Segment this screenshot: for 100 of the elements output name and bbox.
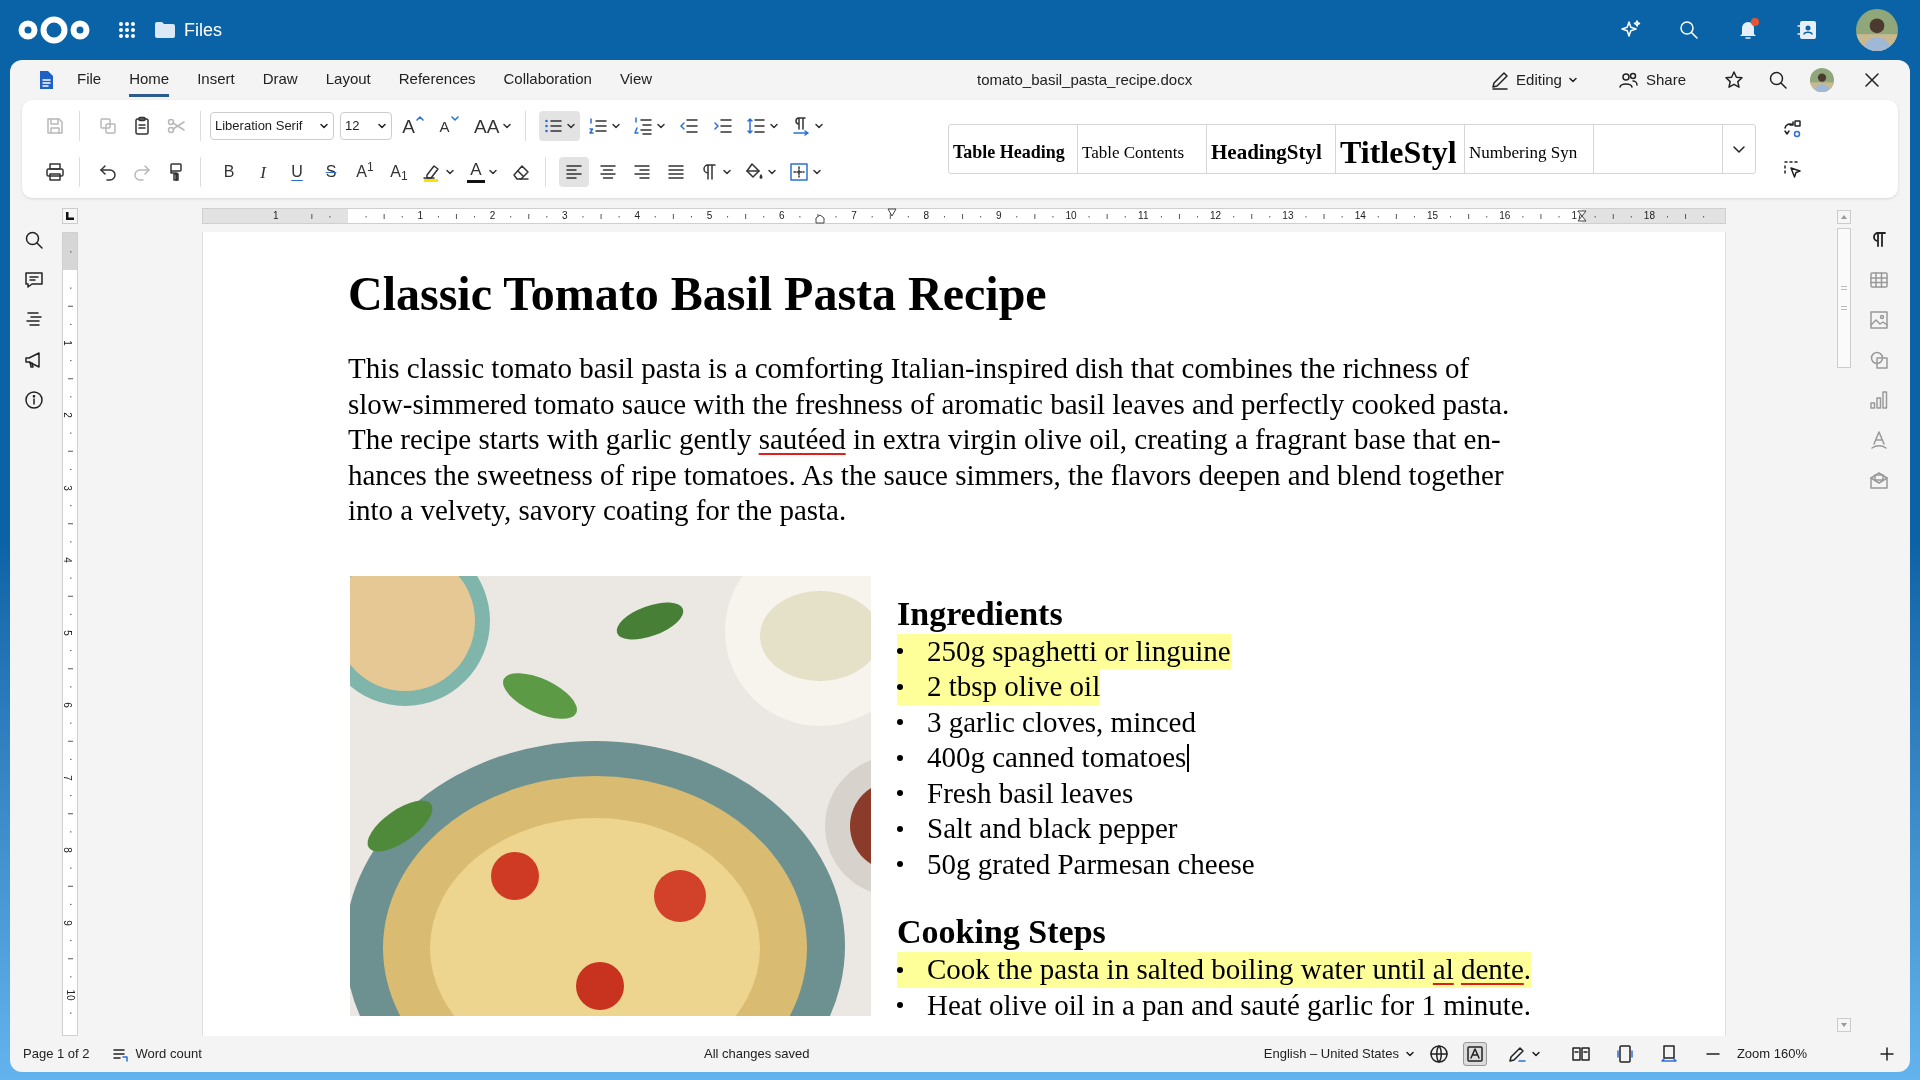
bold-button[interactable]: B [214,157,244,187]
ruler-number: 6 [60,702,73,708]
pen-icon [1506,1044,1527,1064]
menu-tab[interactable]: Collaboration [503,63,592,97]
font-size-field[interactable]: 12 [340,112,392,140]
ruler-number: 13 [1282,210,1294,222]
indent-marker-icon[interactable] [815,214,825,224]
user-avatar[interactable] [1856,9,1898,51]
share-button[interactable]: Share [1617,68,1686,92]
select-icon[interactable] [1782,159,1802,179]
shrink-font-button[interactable]: A [434,111,464,141]
menu-tab[interactable]: File [77,63,102,97]
scroll-up-button[interactable] [1837,210,1851,224]
document-icon[interactable] [38,70,55,90]
table-icon[interactable] [1869,270,1889,290]
search-icon[interactable] [1768,70,1788,90]
ruler-number: 1 [272,210,279,222]
image-icon[interactable] [1869,310,1889,330]
ruler-number: 4 [60,557,73,563]
people-icon [1617,70,1638,90]
track-changes-button[interactable] [1506,1044,1541,1064]
menu-tab[interactable]: View [619,63,653,97]
align-right-icon [632,162,652,182]
book-view-icon[interactable] [1570,1044,1591,1064]
indent-marker-icon[interactable] [887,208,897,217]
search-icon[interactable] [1678,19,1700,41]
chart-icon[interactable] [1869,390,1889,410]
ruler-number: 9 [60,919,73,926]
files-link[interactable]: Files [154,16,222,44]
shapes-icon[interactable] [1869,350,1889,370]
style-preset[interactable]: Numbering Syn [1465,125,1594,173]
grow-font-button[interactable]: A [398,111,428,141]
zoom-in-icon[interactable] [1877,1044,1897,1064]
logo-icon[interactable] [18,15,90,45]
close-icon[interactable] [1862,70,1882,90]
search-icon[interactable] [24,230,44,250]
borders-icon [789,162,809,182]
bullet-list-button[interactable] [539,111,581,141]
menu-tab[interactable]: Layout [325,63,371,97]
ruler-number: 1 [60,339,73,346]
document-title-heading: Classic Tomato Basil Pasta Recipe [348,266,1047,322]
justify-icon [666,162,686,182]
spellcheck-icon [1465,1045,1484,1063]
underline-button[interactable]: U [282,157,312,187]
menu-tab[interactable]: Home [129,63,170,97]
spellcheck-toggle[interactable] [1462,1042,1487,1066]
caret-icon [319,121,329,131]
subscript-button[interactable]: A$_{1}$ [384,157,414,187]
save-icon [45,116,65,136]
zoom-level[interactable]: Zoom 160% [1736,1044,1807,1064]
change-case-button[interactable]: AA [470,111,517,141]
apps-menu-icon[interactable] [118,21,136,39]
caret-icon [1530,1049,1541,1059]
page-count[interactable]: Page 1 of 2 [23,1044,90,1064]
document-title[interactable]: tomato_basil_pasta_recipe.docx [977,68,1193,92]
numbered-list-icon [588,116,609,136]
tab-type-button[interactable] [62,208,78,224]
style-preset[interactable]: HeadingStyl [1207,125,1336,173]
globe-icon[interactable] [1428,1044,1449,1064]
italic-button[interactable]: I [248,157,278,187]
eraser-icon [511,162,531,182]
menu-tab[interactable]: Draw [262,63,298,97]
single-page-icon[interactable] [1614,1044,1635,1064]
down-arrow-icon [1841,1023,1847,1027]
info-icon[interactable] [24,390,44,410]
comment-icon[interactable] [24,270,44,290]
scroll-down-button[interactable] [1837,1018,1851,1032]
font-color-button[interactable]: A [463,157,502,187]
line-spacing-icon [746,116,767,136]
ruler-number: 9 [995,210,1002,222]
align-left-button[interactable] [559,157,589,187]
decrease-indent-icon [679,116,700,136]
superscript-button[interactable]: A$^{1}$ [350,157,380,187]
menu-tab[interactable]: Insert [197,63,235,97]
style-preset[interactable]: TitleStyl [1336,125,1465,173]
ruler-number: 8 [923,210,930,222]
ruler-number: 18 [1643,210,1655,222]
style-preset[interactable]: Table Contents [1078,125,1207,173]
fontwork-icon[interactable] [1869,430,1889,450]
ruler-number: 1 [417,210,424,222]
editing-mode-button[interactable]: Editing [1490,68,1578,92]
collaborator-avatar[interactable] [1810,68,1834,92]
list-item: 50g grated Parmesan cheese [897,846,1255,882]
replace-icon[interactable] [1782,119,1802,139]
ruler-number: 11 [1138,210,1149,222]
envelope-icon[interactable] [1869,470,1889,490]
star-icon[interactable] [1724,70,1744,90]
language-button[interactable]: English – United States [1263,1044,1415,1064]
style-preset[interactable]: Table Heading [949,125,1078,173]
word-count-button[interactable]: Word count [111,1044,202,1064]
paste-icon [132,116,152,136]
scrollbar-thumb[interactable] [1837,228,1851,368]
font-name-field[interactable]: Liberation Serif [210,112,334,140]
page-width-icon[interactable] [1658,1044,1679,1064]
ruler-number: 10 [1065,210,1077,222]
menu-tab[interactable]: References [398,63,476,97]
ruler-number: 12 [1210,210,1222,222]
list-item: Cook the pasta in salted boiling water until al dente. [897,952,1532,988]
ruler-number: 4 [634,210,640,222]
fill-bucket-icon [744,162,764,182]
